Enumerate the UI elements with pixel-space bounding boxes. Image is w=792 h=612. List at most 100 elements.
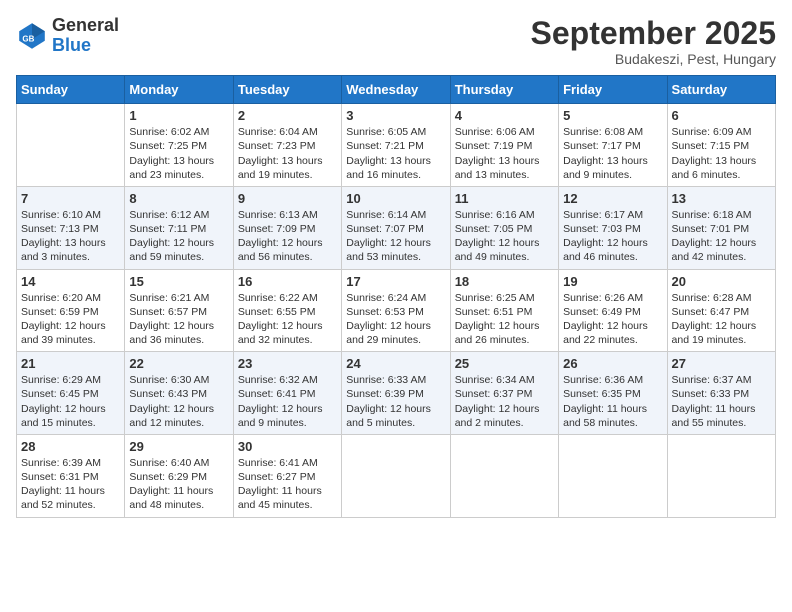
day-cell: 15 Sunrise: 6:21 AMSunset: 6:57 PMDayligh… <box>125 269 233 352</box>
day-info: Sunrise: 6:02 AMSunset: 7:25 PMDaylight:… <box>129 125 228 182</box>
title-block: September 2025 Budakeszi, Pest, Hungary <box>531 16 776 67</box>
day-cell: 30Sunrise: 6:41 AMSunset: 6:27 PMDayligh… <box>233 434 341 517</box>
day-info: Sunrise: 6:16 AMSunset: 7:05 PMDaylight:… <box>455 208 554 265</box>
day-number: 14 <box>21 274 120 289</box>
day-info: Sunrise: 6:26 AMSunset: 6:49 PMDaylight:… <box>563 291 662 348</box>
day-info: Sunrise: 6:40 AMSunset: 6:29 PMDaylight:… <box>129 456 228 513</box>
day-number: 11 <box>455 191 554 206</box>
calendar-table: SundayMondayTuesdayWednesdayThursdayFrid… <box>16 75 776 517</box>
week-row: 1Sunrise: 6:02 AMSunset: 7:25 PMDaylight… <box>17 104 776 187</box>
day-number: 27 <box>672 356 771 371</box>
day-header-saturday: Saturday <box>667 76 775 104</box>
day-info: Sunrise: 6:25 AMSunset: 6:51 PMDaylight:… <box>455 291 554 348</box>
day-info: Sunrise: 6:17 AMSunset: 7:03 PMDaylight:… <box>563 208 662 265</box>
week-row: 28Sunrise: 6:39 AMSunset: 6:31 PMDayligh… <box>17 434 776 517</box>
day-info: Sunrise: 6:36 AMSunset: 6:35 PMDaylight:… <box>563 373 662 430</box>
day-number: 7 <box>21 191 120 206</box>
day-info: Sunrise: 6:39 AMSunset: 6:31 PMDaylight:… <box>21 456 120 513</box>
day-number: 30 <box>238 439 337 454</box>
day-number: 15 <box>129 274 228 289</box>
day-cell: 24 Sunrise: 6:33 AMSunset: 6:39 PMDayligh… <box>342 352 450 435</box>
day-header-thursday: Thursday <box>450 76 558 104</box>
day-info: Sunrise: 6:34 AMSunset: 6:37 PMDaylight:… <box>455 373 554 430</box>
day-cell: 8 Sunrise: 6:12 AMSunset: 7:11 PMDaylight… <box>125 186 233 269</box>
day-info: Sunrise: 6:05 AMSunset: 7:21 PMDaylight:… <box>346 125 445 182</box>
logo-text: General Blue <box>52 16 119 56</box>
svg-text:GB: GB <box>22 34 34 43</box>
day-number: 16 <box>238 274 337 289</box>
day-header-monday: Monday <box>125 76 233 104</box>
day-number: 20 <box>672 274 771 289</box>
day-cell: 9Sunrise: 6:13 AMSunset: 7:09 PMDaylight… <box>233 186 341 269</box>
day-cell: 7 Sunrise: 6:10 AMSunset: 7:13 PMDaylight… <box>17 186 125 269</box>
day-number: 29 <box>129 439 228 454</box>
day-number: 26 <box>563 356 662 371</box>
day-number: 3 <box>346 108 445 123</box>
day-cell: 26 Sunrise: 6:36 AMSunset: 6:35 PMDayligh… <box>559 352 667 435</box>
day-number: 22 <box>129 356 228 371</box>
day-cell: 18 Sunrise: 6:25 AMSunset: 6:51 PMDayligh… <box>450 269 558 352</box>
day-cell: 17 Sunrise: 6:24 AMSunset: 6:53 PMDayligh… <box>342 269 450 352</box>
day-number: 17 <box>346 274 445 289</box>
day-number: 6 <box>672 108 771 123</box>
day-info: Sunrise: 6:33 AMSunset: 6:39 PMDaylight:… <box>346 373 445 430</box>
day-cell <box>450 434 558 517</box>
day-cell: 28Sunrise: 6:39 AMSunset: 6:31 PMDayligh… <box>17 434 125 517</box>
day-number: 9 <box>238 191 337 206</box>
week-row: 21 Sunrise: 6:29 AMSunset: 6:45 PMDayligh… <box>17 352 776 435</box>
day-cell: 19 Sunrise: 6:26 AMSunset: 6:49 PMDayligh… <box>559 269 667 352</box>
day-cell: 21 Sunrise: 6:29 AMSunset: 6:45 PMDayligh… <box>17 352 125 435</box>
logo-icon: GB <box>16 20 48 52</box>
day-info: Sunrise: 6:28 AMSunset: 6:47 PMDaylight:… <box>672 291 771 348</box>
day-info: Sunrise: 6:10 AMSunset: 7:13 PMDaylight:… <box>21 208 120 265</box>
day-info: Sunrise: 6:12 AMSunset: 7:11 PMDaylight:… <box>129 208 228 265</box>
day-number: 23 <box>238 356 337 371</box>
day-cell: 11 Sunrise: 6:16 AMSunset: 7:05 PMDayligh… <box>450 186 558 269</box>
day-cell: 27 Sunrise: 6:37 AMSunset: 6:33 PMDayligh… <box>667 352 775 435</box>
day-info: Sunrise: 6:09 AMSunset: 7:15 PMDaylight:… <box>672 125 771 182</box>
month-title: September 2025 <box>531 16 776 51</box>
location-subtitle: Budakeszi, Pest, Hungary <box>531 51 776 67</box>
logo-blue: Blue <box>52 35 91 55</box>
day-cell <box>17 104 125 187</box>
day-number: 19 <box>563 274 662 289</box>
day-info: Sunrise: 6:21 AMSunset: 6:57 PMDaylight:… <box>129 291 228 348</box>
day-number: 4 <box>455 108 554 123</box>
day-info: Sunrise: 6:24 AMSunset: 6:53 PMDaylight:… <box>346 291 445 348</box>
day-header-friday: Friday <box>559 76 667 104</box>
day-number: 18 <box>455 274 554 289</box>
day-number: 21 <box>21 356 120 371</box>
day-cell: 6 Sunrise: 6:09 AMSunset: 7:15 PMDaylight… <box>667 104 775 187</box>
day-info: Sunrise: 6:22 AMSunset: 6:55 PMDaylight:… <box>238 291 337 348</box>
day-cell: 1Sunrise: 6:02 AMSunset: 7:25 PMDaylight… <box>125 104 233 187</box>
day-cell: 13Sunrise: 6:18 AMSunset: 7:01 PMDayligh… <box>667 186 775 269</box>
header-row: SundayMondayTuesdayWednesdayThursdayFrid… <box>17 76 776 104</box>
day-cell: 3 Sunrise: 6:05 AMSunset: 7:21 PMDaylight… <box>342 104 450 187</box>
day-cell <box>342 434 450 517</box>
day-number: 8 <box>129 191 228 206</box>
day-cell: 10Sunrise: 6:14 AMSunset: 7:07 PMDayligh… <box>342 186 450 269</box>
day-header-wednesday: Wednesday <box>342 76 450 104</box>
day-cell: 29 Sunrise: 6:40 AMSunset: 6:29 PMDayligh… <box>125 434 233 517</box>
day-info: Sunrise: 6:32 AMSunset: 6:41 PMDaylight:… <box>238 373 337 430</box>
day-info: Sunrise: 6:06 AMSunset: 7:19 PMDaylight:… <box>455 125 554 182</box>
day-header-sunday: Sunday <box>17 76 125 104</box>
day-info: Sunrise: 6:29 AMSunset: 6:45 PMDaylight:… <box>21 373 120 430</box>
week-row: 7 Sunrise: 6:10 AMSunset: 7:13 PMDaylight… <box>17 186 776 269</box>
day-number: 13 <box>672 191 771 206</box>
day-cell: 16 Sunrise: 6:22 AMSunset: 6:55 PMDayligh… <box>233 269 341 352</box>
day-info: Sunrise: 6:37 AMSunset: 6:33 PMDaylight:… <box>672 373 771 430</box>
day-number: 5 <box>563 108 662 123</box>
day-number: 25 <box>455 356 554 371</box>
day-cell: 5Sunrise: 6:08 AMSunset: 7:17 PMDaylight… <box>559 104 667 187</box>
day-cell: 23 Sunrise: 6:32 AMSunset: 6:41 PMDayligh… <box>233 352 341 435</box>
day-info: Sunrise: 6:30 AMSunset: 6:43 PMDaylight:… <box>129 373 228 430</box>
calendar-body: 1Sunrise: 6:02 AMSunset: 7:25 PMDaylight… <box>17 104 776 517</box>
day-cell: 4 Sunrise: 6:06 AMSunset: 7:19 PMDaylight… <box>450 104 558 187</box>
week-row: 14 Sunrise: 6:20 AMSunset: 6:59 PMDayligh… <box>17 269 776 352</box>
day-number: 2 <box>238 108 337 123</box>
day-number: 24 <box>346 356 445 371</box>
day-info: Sunrise: 6:20 AMSunset: 6:59 PMDaylight:… <box>21 291 120 348</box>
day-cell: 14 Sunrise: 6:20 AMSunset: 6:59 PMDayligh… <box>17 269 125 352</box>
day-number: 10 <box>346 191 445 206</box>
